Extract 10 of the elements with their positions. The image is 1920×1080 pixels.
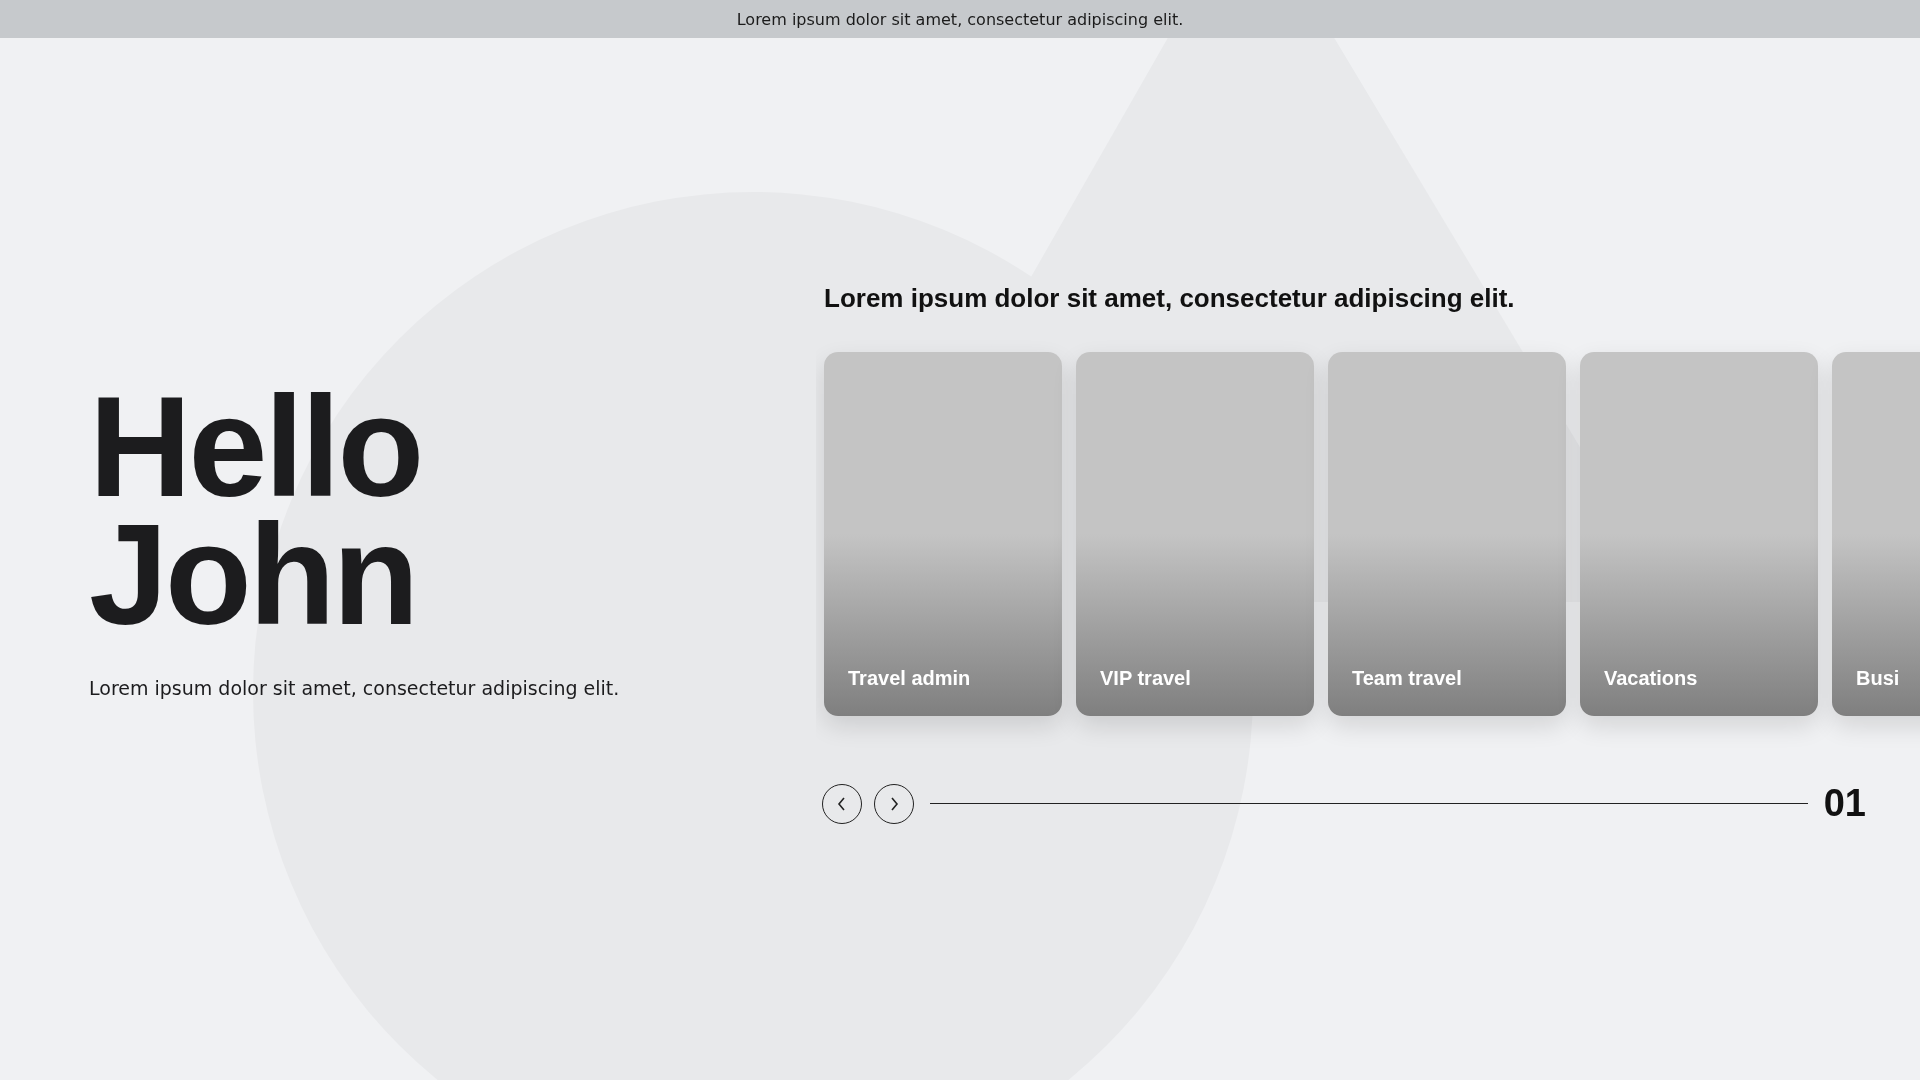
carousel-heading: Lorem ipsum dolor sit amet, consectetur adipiscing elit. (824, 283, 1515, 314)
top-bar-text: Lorem ipsum dolor sit amet, consectetur adipiscing elit. (736, 9, 1184, 29)
greeting-heading: Hello John (89, 383, 422, 639)
category-card[interactable]: VIP travel (1076, 352, 1314, 716)
greeting-subtitle: Lorem ipsum dolor sit amet, consectetur adipiscing elit. (89, 677, 620, 699)
page-number: 01 (1823, 782, 1866, 825)
category-card[interactable]: Busi (1832, 352, 1920, 716)
category-card[interactable]: Vacations (1580, 352, 1818, 716)
category-card[interactable]: Team travel (1328, 352, 1566, 716)
category-card[interactable]: Travel admin (824, 352, 1062, 716)
